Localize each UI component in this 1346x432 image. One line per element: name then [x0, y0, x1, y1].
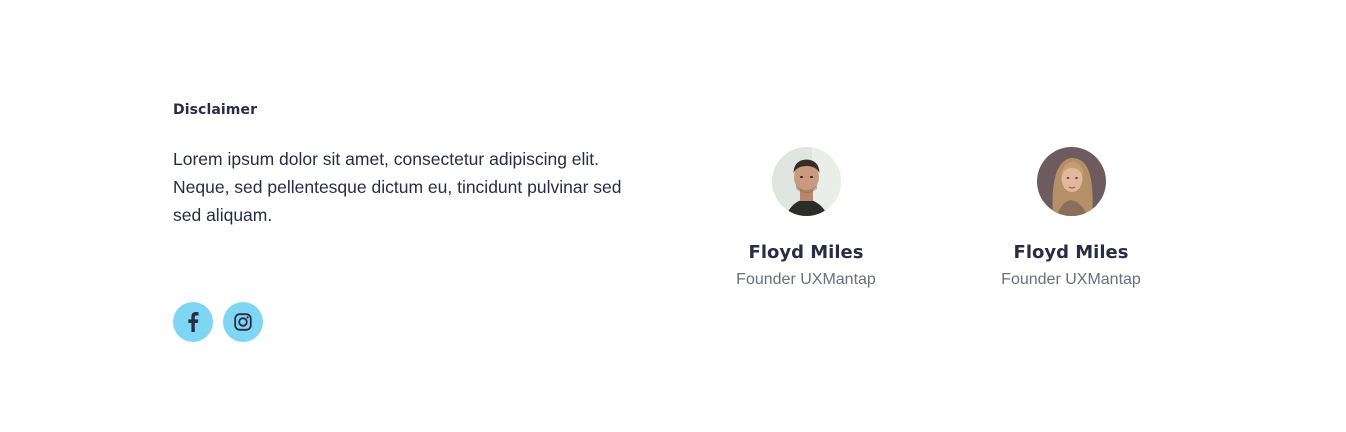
avatar [771, 147, 841, 216]
facebook-icon [187, 312, 199, 332]
person-role: Founder UXMantap [736, 271, 876, 288]
avatar [1036, 147, 1106, 216]
facebook-button[interactable] [173, 302, 213, 342]
person-name: Floyd Miles [1013, 242, 1129, 263]
social-links [173, 302, 263, 342]
footer-section: Disclaimer Lorem ipsum dolor sit amet, c… [0, 0, 1346, 432]
disclaimer-title: Disclaimer [173, 102, 258, 118]
team-member-card: Floyd Miles Founder UXMantap [971, 147, 1171, 290]
team-member-card: Floyd Miles Founder UXMantap [706, 147, 906, 290]
person-name: Floyd Miles [748, 242, 864, 263]
instagram-icon [234, 313, 252, 331]
instagram-button[interactable] [223, 302, 263, 342]
disclaimer-text: Lorem ipsum dolor sit amet, consectetur … [173, 149, 622, 225]
person-role: Founder UXMantap [1001, 271, 1141, 288]
